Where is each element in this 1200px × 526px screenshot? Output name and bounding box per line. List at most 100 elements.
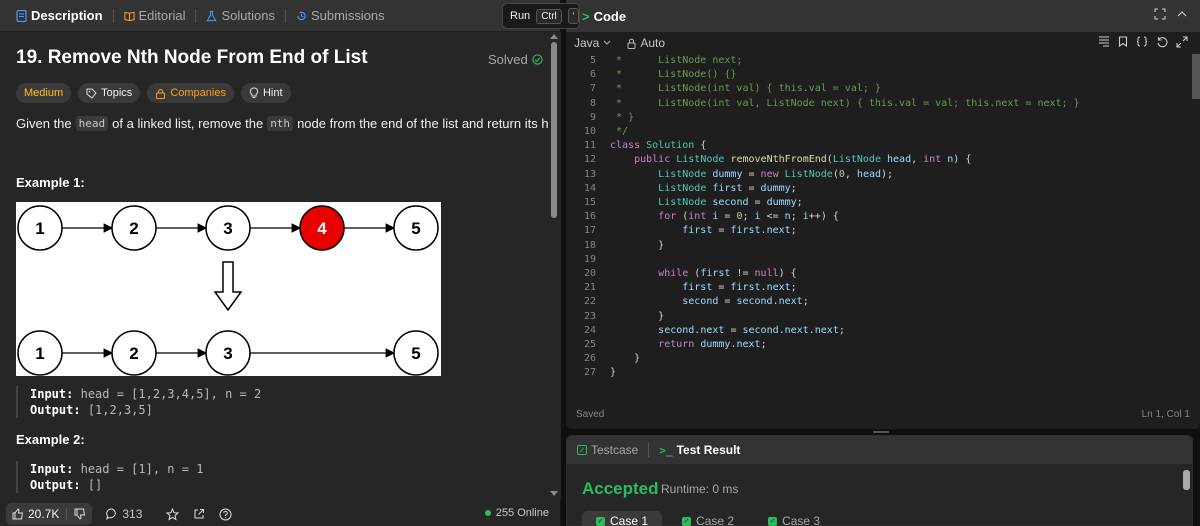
test-panel-scrollbar[interactable] [1183, 470, 1190, 490]
case-tab[interactable]: ✓ Case 3 [754, 511, 834, 526]
desc-text: of a linked list, remove the [112, 116, 264, 131]
tab-description[interactable]: Description [12, 0, 107, 31]
companies-label: Companies [170, 87, 226, 99]
tab-test-result[interactable]: >_ Test Result [659, 443, 740, 457]
problem-footer: 20.7K 313 255 Online [0, 502, 561, 526]
code-line[interactable]: 22 second = second.next; [566, 295, 1186, 309]
list-node-label: 5 [411, 344, 420, 363]
comment-icon [106, 508, 117, 520]
braces-icon[interactable] [1136, 36, 1148, 47]
list-node-label: 4 [317, 219, 327, 238]
code-line[interactable]: 27} [566, 366, 1186, 380]
list-node-label: 5 [411, 219, 420, 238]
save-status: Saved [576, 409, 605, 420]
line-number: 18 [583, 239, 596, 251]
list-node-label: 2 [129, 219, 138, 238]
scrollbar-thumb[interactable] [551, 42, 557, 218]
resizer-handle[interactable] [873, 431, 889, 433]
code-line[interactable]: 13 ListNode dummy = new ListNode(0, head… [566, 168, 1186, 182]
case-tab[interactable]: ✓ Case 2 [668, 511, 748, 526]
code-line[interactable]: 12 public ListNode removeNthFromEnd(List… [566, 153, 1186, 167]
difficulty-label: Medium [24, 87, 64, 99]
problem-scrollbar[interactable] [548, 32, 561, 498]
code-line[interactable]: 14 ListNode first = dummy; [566, 182, 1186, 196]
input-label: Input: [30, 387, 74, 401]
code-title-label: Code [593, 8, 627, 24]
language-select[interactable]: Java [574, 36, 611, 50]
line-number: 26 [583, 353, 596, 365]
hint-chip[interactable]: Hint [240, 83, 291, 103]
mode-select[interactable]: Auto [627, 36, 665, 50]
language-label: Java [574, 36, 600, 50]
tab-description-label: Description [31, 8, 103, 23]
code-text: second.next = second.next.next; [658, 324, 845, 336]
tab-divider [648, 443, 650, 457]
example-1-title: Example 1: [16, 175, 85, 190]
line-number: 22 [583, 296, 596, 308]
favorite-button[interactable] [166, 507, 180, 521]
code-line[interactable]: 5 * ListNode next; [566, 54, 1186, 68]
code-editor[interactable]: 5 * ListNode next; 6 * ListNode() {} 7 * L… [566, 54, 1192, 386]
tab-divider [284, 8, 286, 23]
code-line[interactable]: 23 } [566, 310, 1186, 324]
code-text: second = second.next; [682, 296, 809, 308]
tab-editorial[interactable]: Editorial [120, 0, 190, 31]
tab-testcase[interactable]: ✓ Testcase [577, 443, 638, 457]
scroll-down-icon[interactable] [550, 491, 558, 496]
thumbs-down-icon[interactable] [74, 508, 86, 520]
input-label: Input: [30, 462, 74, 476]
line-number: 7 [589, 83, 596, 95]
difficulty-badge[interactable]: Medium [16, 83, 72, 103]
code-line[interactable]: 17 first = first.next; [566, 224, 1186, 238]
code-line[interactable]: 24 second.next = second.next.next; [566, 324, 1186, 338]
share-icon [194, 509, 205, 519]
expand-icon[interactable] [1154, 8, 1166, 20]
lightbulb-icon [249, 87, 259, 98]
check-circle-icon [532, 54, 543, 65]
thumbs-up-icon[interactable] [12, 508, 24, 520]
tab-submissions[interactable]: Submissions [292, 0, 389, 31]
online-dot [484, 510, 491, 516]
code-line[interactable]: 10 */ [566, 125, 1186, 139]
code-line[interactable]: 20 while (first != null) { [566, 267, 1186, 281]
code-line[interactable]: 25 return dummy.next; [566, 338, 1186, 352]
share-button[interactable] [193, 508, 205, 520]
case-label: Case 1 [610, 514, 649, 526]
companies-chip[interactable]: Companies [147, 83, 234, 103]
code-line[interactable]: 26 } [566, 352, 1186, 366]
code-text: * ListNode() {} [610, 69, 737, 81]
comments-button[interactable]: 313 [106, 507, 142, 521]
example-1-io: Input: head = [1,2,3,4,5], n = 2 Output:… [16, 386, 546, 418]
chevron-down-icon [603, 40, 611, 45]
code-line[interactable]: 15 ListNode second = dummy; [566, 196, 1186, 210]
case-tab[interactable]: ✓ Case 1 [582, 511, 663, 526]
line-number: 15 [583, 197, 596, 208]
code-text: return dummy.next; [658, 339, 767, 350]
list-node-label: 3 [223, 219, 232, 238]
input-value: head = [1,2,3,4,5], n = 2 [80, 387, 262, 401]
reset-icon[interactable] [1156, 36, 1168, 48]
editor-scrollbar[interactable] [1192, 54, 1200, 99]
down-arrow-icon [213, 261, 243, 312]
code-line[interactable]: 8 * ListNode(int val, ListNode next) { t… [566, 97, 1186, 111]
code-line[interactable]: 18 } [566, 239, 1186, 253]
chevron-up-icon[interactable] [1176, 8, 1188, 20]
help-button[interactable] [219, 508, 232, 521]
format-icon[interactable] [1098, 36, 1110, 47]
scroll-up-icon[interactable] [550, 34, 558, 39]
tab-solutions[interactable]: Solutions [202, 0, 278, 31]
topics-chip[interactable]: Topics [78, 83, 141, 103]
fullscreen-icon[interactable] [1176, 36, 1188, 48]
tab-submissions-label: Submissions [310, 8, 385, 23]
code-line[interactable]: 9 * } [566, 111, 1186, 125]
code-line[interactable]: 21 first = first.next; [566, 281, 1186, 295]
bookmark-icon[interactable] [1118, 36, 1128, 47]
code-line[interactable]: 16 for (int i = 0; i <= n; i++) { [566, 210, 1186, 224]
code-text: first = first.next; [682, 282, 797, 294]
code-line[interactable]: 11 class Solution { [566, 139, 1186, 153]
flask-icon [206, 10, 217, 21]
code-line[interactable]: 6 * ListNode() {} [566, 68, 1186, 82]
output-label: Output: [30, 403, 81, 417]
code-line[interactable]: 19 [566, 253, 1186, 267]
code-line[interactable]: 7 * ListNode(int val) { this.val = val; … [566, 82, 1186, 96]
